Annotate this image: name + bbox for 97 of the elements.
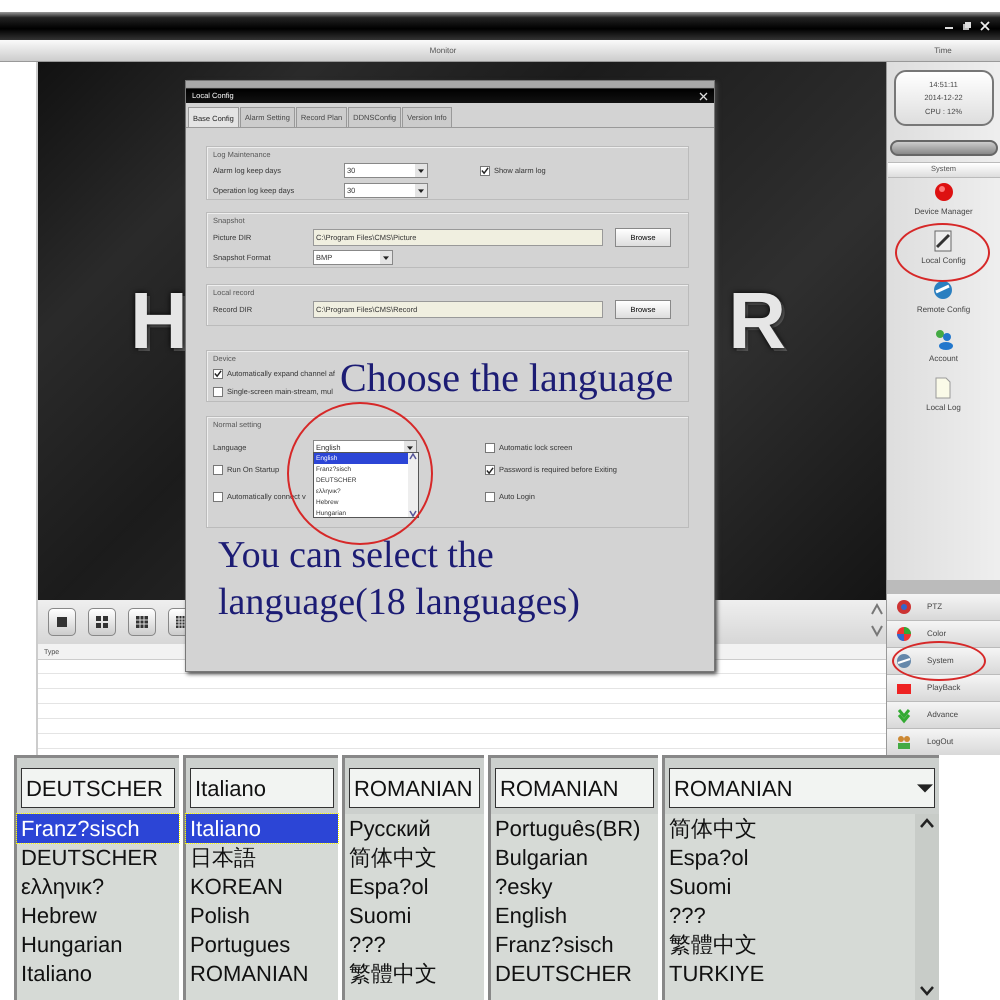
close-icon[interactable] — [980, 21, 990, 31]
header-label: Time — [933, 44, 953, 56]
checkbox[interactable] — [213, 386, 223, 396]
dropdown-option[interactable]: Hungarian — [17, 930, 179, 959]
checkbox[interactable] — [485, 465, 495, 475]
down-caret-icon[interactable] — [409, 510, 417, 518]
checkbox[interactable] — [213, 492, 223, 502]
up-caret-icon[interactable] — [919, 818, 935, 828]
check-icon — [486, 466, 494, 474]
dropdown-option[interactable]: Português(BR) — [491, 814, 658, 843]
dropdown-option[interactable]: Portugues — [186, 930, 338, 959]
dropdown-value: ROMANIAN — [354, 774, 473, 802]
down-caret-icon[interactable] — [919, 986, 935, 996]
dropdown-option[interactable]: ??? — [665, 901, 915, 930]
dropdown-field[interactable]: Italiano — [190, 768, 334, 808]
restore-icon[interactable] — [962, 21, 972, 31]
dropdown-option[interactable]: Italiano — [186, 814, 338, 843]
dropdown-list[interactable]: Русский 简体中文 Espa?ol Suomi ??? 繁體中文 — [345, 814, 484, 1000]
dropdown-list[interactable]: Italiano 日本語 KOREAN Polish Portugues ROMANIAN — [186, 814, 338, 1000]
dropdown-option[interactable]: Italiano — [17, 959, 179, 988]
close-icon[interactable] — [699, 92, 708, 101]
dropdown-option[interactable]: Franz?sisch — [17, 814, 179, 843]
check-icon — [481, 166, 489, 175]
dropdown-option[interactable]: Espa?ol — [665, 843, 915, 872]
dropdown-arrow-icon — [417, 186, 425, 194]
up-caret-icon[interactable] — [409, 453, 417, 460]
checkbox[interactable] — [480, 166, 490, 176]
dropdown-list[interactable]: 简体中文 Espa?ol Suomi ??? 繁體中文 TURKIYE — [665, 814, 939, 1000]
grid-icon — [54, 614, 70, 630]
dropdown-option[interactable]: ??? — [345, 930, 484, 959]
scroll-arrows-icon[interactable] — [870, 602, 884, 638]
slider-bar[interactable] — [890, 140, 998, 156]
sidebar-item[interactable]: Remote Config — [916, 278, 970, 325]
down-arrow-icon — [895, 706, 913, 724]
dropdown-option[interactable]: TURKIYE — [665, 959, 915, 988]
layout-button[interactable] — [128, 608, 156, 636]
dropdown-option[interactable]: 繁體中文 — [345, 959, 484, 988]
layout-button[interactable] — [48, 608, 76, 636]
checkbox[interactable] — [485, 492, 495, 502]
dropdown-option[interactable]: 简体中文 — [665, 814, 915, 843]
dropdown-value: Italiano — [195, 774, 266, 802]
sidebar-item[interactable]: Local Config — [921, 229, 966, 276]
dropdown-arrow-icon — [382, 254, 390, 262]
sidebar-item[interactable]: Local Log — [926, 376, 961, 423]
menu-item[interactable]: Advance — [887, 702, 1000, 728]
checkbox[interactable] — [485, 442, 495, 452]
dropdown-option[interactable]: DEUTSCHER — [491, 959, 658, 988]
checkbox[interactable] — [213, 465, 223, 475]
dropdown-option[interactable]: Suomi — [345, 901, 484, 930]
menu-item[interactable]: System — [887, 648, 1000, 674]
dropdown-option[interactable]: Bulgarian — [491, 843, 658, 872]
logo-text: H — [130, 281, 188, 361]
color-wheel-icon — [895, 625, 913, 643]
dropdown-option[interactable]: Русский — [345, 814, 484, 843]
dropdown-list[interactable]: Franz?sisch DEUTSCHER ελληνικ? Hebrew Hungarian Italiano — [17, 814, 179, 1000]
dropdown-field[interactable]: DEUTSCHER — [21, 768, 175, 808]
dropdown-option[interactable]: ?esky — [491, 872, 658, 901]
dropdown-option[interactable]: KOREAN — [186, 872, 338, 901]
dropdown-option[interactable]: Hebrew — [17, 901, 179, 930]
menu-item[interactable]: PTZ — [887, 594, 1000, 620]
logo-text: R — [728, 281, 786, 361]
scrollbar[interactable] — [915, 814, 939, 1000]
header-title: Monitor — [428, 44, 458, 56]
dropdown-value: ROMANIAN — [500, 774, 619, 802]
globe-icon — [895, 652, 913, 670]
dropdown-field[interactable]: ROMANIAN — [349, 768, 480, 808]
checkbox[interactable] — [213, 368, 223, 378]
dropdown-option[interactable]: Suomi — [665, 872, 915, 901]
dropdown-option[interactable]: 繁體中文 — [665, 930, 915, 959]
dropdown-option[interactable]: Franz?sisch — [491, 930, 658, 959]
annotation-text: You can select the language(18 languages) — [218, 533, 581, 625]
dropdown-option[interactable]: ROMANIAN — [186, 959, 338, 988]
menu-item[interactable]: LogOut — [887, 729, 1000, 755]
dropdown-field[interactable]: ROMANIAN — [495, 768, 654, 808]
dropdown-value: ROMANIAN — [674, 774, 793, 802]
check-icon — [214, 369, 222, 378]
menu-item[interactable]: PlayBack — [887, 675, 1000, 701]
dropdown-value: DEUTSCHER — [26, 774, 163, 802]
dropdown-option[interactable]: English — [491, 901, 658, 930]
dropdown-list[interactable]: Português(BR) Bulgarian ?esky English Franz?sisch DEUTSCHER — [491, 814, 658, 1000]
dropdown-option[interactable]: ελληνικ? — [17, 872, 179, 901]
dropdown-option[interactable]: 简体中文 — [345, 843, 484, 872]
layout-button[interactable] — [88, 608, 116, 636]
menu-item[interactable]: Color — [887, 621, 1000, 647]
sidebar-item[interactable]: Account — [929, 327, 958, 374]
dropdown-option[interactable]: Espa?ol — [345, 872, 484, 901]
users-icon — [895, 733, 913, 751]
sidebar-item[interactable]: Device Manager — [914, 180, 973, 227]
grid-icon — [134, 614, 150, 630]
dropdown-arrow-icon — [406, 444, 414, 452]
dropdown-arrow-icon — [417, 166, 425, 174]
grid-icon — [94, 614, 110, 630]
annotation-text: Choose the language — [340, 354, 674, 402]
dropdown-option[interactable]: DEUTSCHER — [17, 843, 179, 872]
dropdown-option[interactable]: Polish — [186, 901, 338, 930]
dropdown-field[interactable]: ROMANIAN — [669, 768, 935, 808]
dropdown-option[interactable]: 日本語 — [186, 843, 338, 872]
